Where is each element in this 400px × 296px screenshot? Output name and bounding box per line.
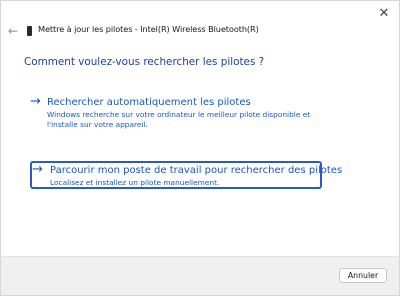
close-button[interactable]: ✕ bbox=[373, 3, 395, 23]
back-arrow-icon: ← bbox=[7, 24, 19, 38]
window-title: Mettre à jour les pilotes - Intel(R) Wir… bbox=[38, 24, 259, 34]
arrow-right-icon: → bbox=[30, 94, 41, 109]
dialog-footer: Annuler bbox=[1, 256, 399, 295]
device-icon bbox=[27, 26, 32, 36]
option-description: Localisez et installez un pilote manuell… bbox=[50, 178, 220, 187]
option-description: Windows recherche sur votre ordinateur l… bbox=[47, 110, 311, 129]
page-title: Comment voulez-vous rechercher les pilot… bbox=[24, 56, 265, 68]
arrow-right-icon: → bbox=[32, 162, 43, 177]
option-title: Parcourir mon poste de travail pour rech… bbox=[50, 165, 343, 176]
cancel-button[interactable]: Annuler bbox=[339, 268, 387, 283]
back-button[interactable]: ← bbox=[6, 23, 20, 39]
close-icon: ✕ bbox=[378, 5, 390, 21]
browse-computer-option[interactable]: → Parcourir mon poste de travail pour re… bbox=[30, 161, 343, 189]
option-title: Rechercher automatiquement les pilotes bbox=[47, 97, 251, 108]
update-drivers-dialog: ✕ ← Mettre à jour les pilotes - Intel(R)… bbox=[0, 0, 400, 296]
search-automatically-option[interactable]: → Rechercher automatiquement les pilotes… bbox=[29, 94, 323, 132]
